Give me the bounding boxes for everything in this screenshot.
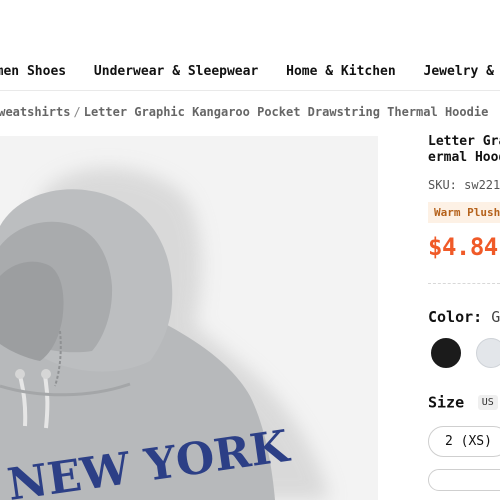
color-value: Grey [491, 308, 500, 326]
nav-item-women-shoes[interactable]: Women Shoes [0, 64, 66, 79]
category-nav-list: Women Shoes Underwear & Sleepwear Home &… [0, 64, 500, 79]
size-option-next[interactable] [428, 468, 500, 491]
product-info-panel: Letter Graphic Kangaroo Pocket Drawstrin… [428, 134, 500, 491]
color-label: Color: [428, 308, 483, 326]
product-image[interactable]: NEW YORK [0, 136, 378, 500]
color-selector-label: Color: Grey [428, 308, 500, 326]
size-unit-dropdown[interactable]: US [477, 395, 498, 410]
top-header [0, 0, 500, 50]
size-label: Size [428, 393, 465, 412]
color-swatch-black[interactable] [431, 338, 461, 368]
product-sku: SKU: sw2211 [428, 178, 500, 192]
color-swatch-grey[interactable] [476, 338, 500, 368]
size-selector-label: Size US [428, 392, 500, 412]
size-option-2-xs[interactable]: 2 (XS) [428, 425, 500, 457]
nav-item-home-kitchen[interactable]: Home & Kitchen [286, 64, 396, 79]
color-swatches [428, 338, 500, 372]
product-title-line-2: ermal Hoodie [428, 150, 500, 165]
breadcrumb: Sweatshirts/Letter Graphic Kangaroo Pock… [0, 105, 488, 119]
product-title: Letter Graphic Kangaroo Pocket Drawstrin… [428, 134, 500, 166]
nav-item-jewelry-accessories[interactable]: Jewelry & Accessories [424, 64, 500, 79]
breadcrumb-item-current[interactable]: Letter Graphic Kangaroo Pocket Drawstrin… [84, 105, 489, 119]
breadcrumb-item-sweatshirts[interactable]: Sweatshirts [0, 105, 70, 119]
feature-badge: Warm Plush [428, 202, 500, 223]
price-divider [428, 283, 500, 284]
product-price: $4.84 [428, 233, 498, 261]
product-title-line-1: Letter Graphic Kangaroo Pocket Drawstrin… [428, 134, 500, 149]
category-nav: Women Shoes Underwear & Sleepwear Home &… [0, 52, 500, 91]
hoodie-image: NEW YORK [0, 167, 330, 500]
nav-item-underwear-sleepwear[interactable]: Underwear & Sleepwear [94, 64, 258, 79]
breadcrumb-separator: / [73, 105, 81, 119]
